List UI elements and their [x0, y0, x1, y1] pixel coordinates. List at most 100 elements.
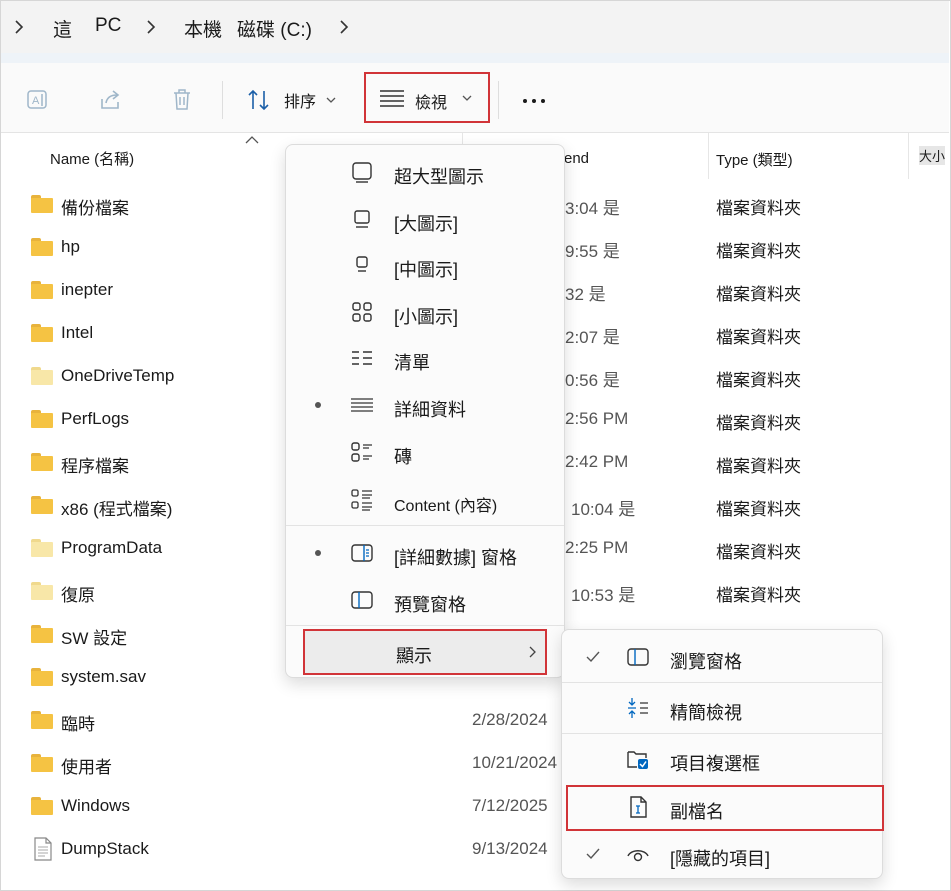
- view-menu-item[interactable]: [大圖示]: [286, 196, 564, 242]
- view-menu-item[interactable]: 超大型圖示: [286, 149, 564, 195]
- column-header-type[interactable]: Type (類型): [716, 149, 793, 170]
- delete-icon[interactable]: [169, 87, 195, 113]
- chevron-right-icon[interactable]: [143, 18, 159, 36]
- rename-icon[interactable]: A: [25, 87, 51, 113]
- medium-icons-icon: [356, 256, 368, 272]
- view-menu-item-label: 清單: [394, 353, 430, 373]
- selected-bullet-icon: [315, 550, 321, 556]
- sort-icon: [248, 89, 269, 111]
- chevron-right-icon[interactable]: [336, 18, 352, 36]
- folder-icon: [31, 281, 53, 299]
- selected-bullet-icon: [315, 402, 321, 408]
- column-divider[interactable]: [708, 133, 709, 179]
- folder-body: [31, 370, 53, 385]
- view-menu-item[interactable]: [中圖示]: [286, 242, 564, 288]
- show-menu-item[interactable]: 瀏覽窗格: [562, 634, 882, 680]
- address-bar-divider: [1, 53, 949, 63]
- folder-icon: [31, 453, 53, 471]
- file-date: 3:04 是: [565, 199, 620, 218]
- file-type: 檔案資料夾: [716, 586, 801, 605]
- file-type: 檔案資料夾: [716, 414, 801, 433]
- file-date: 2:42 PM: [565, 452, 629, 471]
- show-menu-item[interactable]: 項目複選框: [562, 736, 882, 782]
- file-name: 使用者: [61, 758, 112, 777]
- view-button[interactable]: 檢視: [364, 72, 490, 123]
- view-menu-pane-item[interactable]: 預覽窗格: [286, 577, 564, 623]
- column-header-size[interactable]: 大小: [919, 146, 946, 165]
- menu-separator: [286, 625, 564, 626]
- breadcrumb-drive-c[interactable]: 磁碟 (C:): [237, 15, 312, 42]
- sort-button[interactable]: 排序: [246, 81, 336, 119]
- chevron-right-icon: [529, 646, 536, 658]
- file-date: 2/28/2024: [472, 710, 548, 729]
- folder-icon: [31, 324, 53, 342]
- view-menu-pane-label: 預覽窗格: [394, 595, 466, 615]
- view-menu-item[interactable]: 磚: [286, 429, 564, 475]
- file-name: x86 (程式檔案): [61, 500, 173, 519]
- folder-icon: [31, 668, 53, 686]
- show-menu-item[interactable]: 顯示: [303, 629, 547, 675]
- file-date: 10/21/2024: [472, 753, 558, 772]
- content-icon: [351, 489, 372, 511]
- folder-icon: [31, 711, 53, 729]
- folder-icon: [31, 238, 53, 256]
- column-header-date[interactable]: end: [564, 150, 589, 167]
- show-menu-item[interactable]: [隱藏的項目]: [562, 831, 882, 877]
- chevron-right-icon[interactable]: [11, 18, 27, 36]
- view-menu-item[interactable]: 清單: [286, 335, 564, 381]
- file-type: 檔案資料夾: [716, 328, 801, 347]
- breadcrumb-this[interactable]: 這: [53, 15, 72, 42]
- breadcrumb-pc[interactable]: PC: [95, 15, 121, 37]
- show-menu-label: 顯示: [396, 646, 432, 666]
- more-options-button[interactable]: [516, 85, 554, 115]
- show-menu-item[interactable]: 精簡檢視: [562, 685, 882, 731]
- column-divider[interactable]: [908, 133, 909, 179]
- show-menu-item-label: [隱藏的項目]: [670, 849, 771, 869]
- small-icons-icon: [352, 302, 372, 322]
- large-icons-icon: [354, 210, 370, 228]
- folder-icon: [31, 367, 53, 385]
- view-menu-item-label: 超大型圖示: [394, 167, 484, 187]
- folder-body: [31, 628, 53, 643]
- view-menu-item[interactable]: [小圖示]: [286, 289, 564, 335]
- file-name: DumpStack: [61, 839, 149, 858]
- view-menu-pane-label: [詳細數據] 窗格: [394, 548, 518, 568]
- highlight-box: [566, 785, 884, 831]
- svg-text:A: A: [32, 95, 40, 107]
- folder-icon: [31, 625, 53, 643]
- column-header-name[interactable]: Name (名稱): [50, 148, 134, 169]
- folder-body: [31, 585, 53, 600]
- file-date: 32 是: [565, 285, 606, 304]
- folder-body: [31, 800, 53, 815]
- file-name: hp: [61, 237, 80, 256]
- more-dot: [523, 99, 527, 103]
- folder-icon: [31, 195, 53, 213]
- file-name: SW 設定: [61, 629, 128, 648]
- menu-separator: [562, 733, 882, 734]
- folder-body: [31, 757, 53, 772]
- file-date: 2:25 PM: [565, 538, 629, 557]
- show-submenu: 瀏覽窗格 精簡檢視 項目複選框 副檔名 [隱藏的項目]: [561, 629, 884, 879]
- view-menu-item[interactable]: 詳細資料: [286, 382, 564, 428]
- address-bar[interactable]: 這 PC 本機 磁碟 (C:): [1, 1, 949, 53]
- details-pane-icon: [351, 544, 373, 562]
- navigation-pane-icon: [627, 648, 649, 666]
- folder-body: [31, 413, 53, 428]
- view-label: 檢視: [415, 95, 448, 112]
- view-menu-pane-item[interactable]: [詳細數據] 窗格: [286, 530, 564, 576]
- file-name: Intel: [61, 323, 94, 342]
- share-icon[interactable]: [98, 87, 124, 113]
- list-icon: [352, 351, 372, 365]
- file-type: 檔案資料夾: [716, 199, 801, 218]
- sort-label: 排序: [284, 94, 317, 111]
- file-name: OneDriveTemp: [61, 366, 175, 385]
- checkmark-icon: [586, 848, 600, 860]
- hidden-items-icon: [627, 850, 649, 862]
- view-menu-item-label: 磚: [394, 447, 412, 467]
- tiles-icon: [351, 442, 372, 462]
- show-menu-item-label: 項目複選框: [670, 754, 760, 774]
- view-menu-item[interactable]: Content (內容): [286, 477, 564, 523]
- details-icon: [351, 398, 373, 412]
- breadcrumb-this-pc[interactable]: 本機: [184, 15, 222, 42]
- folder-body: [31, 456, 53, 471]
